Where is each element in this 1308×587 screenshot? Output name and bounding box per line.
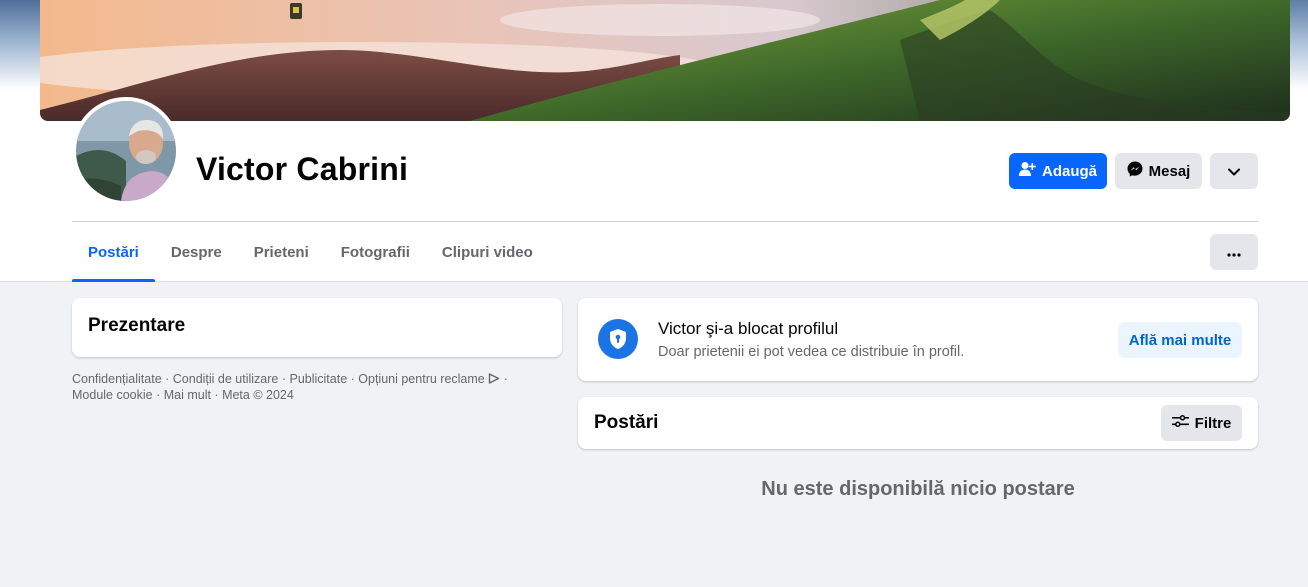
locked-subtitle: Doar prietenii ei pot vedea ce distribui… xyxy=(658,344,965,360)
learn-more-button[interactable]: Află mai multe xyxy=(1118,322,1242,358)
profile-tabs: Postări Despre Prieteni Fotografii Clipu… xyxy=(72,222,549,282)
add-friend-label: Adaugă xyxy=(1041,162,1097,180)
footer-copyright: Meta © 2024 xyxy=(222,388,294,402)
message-label: Mesaj xyxy=(1148,162,1191,180)
ad-choices-icon xyxy=(488,372,500,386)
posts-title: Postări xyxy=(594,412,659,433)
footer-link-advertising[interactable]: Publicitate xyxy=(289,372,347,386)
tab-clipuri-video[interactable]: Clipuri video xyxy=(426,222,549,282)
locked-profile-card: Victor şi-a blocat profilul Doar prieten… xyxy=(578,298,1258,381)
footer-links: Confidențialitate · Condiții de utilizar… xyxy=(72,372,508,402)
filters-icon xyxy=(1171,414,1189,432)
messenger-icon xyxy=(1127,161,1143,181)
message-button[interactable]: Mesaj xyxy=(1115,153,1202,189)
tab-despre[interactable]: Despre xyxy=(155,222,238,282)
no-posts-message: Nu este disponibilă nicio postare xyxy=(761,478,1075,500)
footer-link-cookies[interactable]: Module cookie xyxy=(72,388,153,402)
profile-name: Victor Cabrini xyxy=(196,151,409,187)
footer-link-more[interactable]: Mai mult xyxy=(164,388,211,402)
posts-card: Postări Filtre xyxy=(578,397,1258,449)
cover-photo[interactable] xyxy=(40,0,1290,121)
filters-button[interactable]: Filtre xyxy=(1161,405,1242,441)
tab-prieteni[interactable]: Prieteni xyxy=(238,222,325,282)
tabs-more-button[interactable] xyxy=(1210,234,1258,270)
header-side-gradient xyxy=(1290,0,1308,90)
tab-fotografii[interactable]: Fotografii xyxy=(325,222,426,282)
footer-link-ad-choices[interactable]: Opțiuni pentru reclame xyxy=(358,372,484,386)
profile-header: Victor Cabrini Adaugă Mesaj Postări Desp… xyxy=(0,0,1308,282)
footer-link-privacy[interactable]: Confidențialitate xyxy=(72,372,162,386)
chevron-down-icon xyxy=(1228,163,1240,180)
add-friend-button[interactable]: Adaugă xyxy=(1009,153,1107,189)
intro-card: Prezentare xyxy=(72,298,562,357)
add-friend-icon xyxy=(1018,161,1036,181)
profile-avatar[interactable] xyxy=(72,97,180,205)
filters-label: Filtre xyxy=(1194,414,1232,432)
shield-lock-icon xyxy=(598,319,638,359)
more-dots-icon xyxy=(1227,244,1241,261)
locked-title: Victor şi-a blocat profilul xyxy=(658,319,839,338)
tab-postari[interactable]: Postări xyxy=(72,222,155,282)
footer-link-terms[interactable]: Condiții de utilizare xyxy=(173,372,279,386)
intro-title: Prezentare xyxy=(88,315,186,336)
header-side-gradient xyxy=(0,0,40,90)
profile-options-button[interactable] xyxy=(1210,153,1258,189)
